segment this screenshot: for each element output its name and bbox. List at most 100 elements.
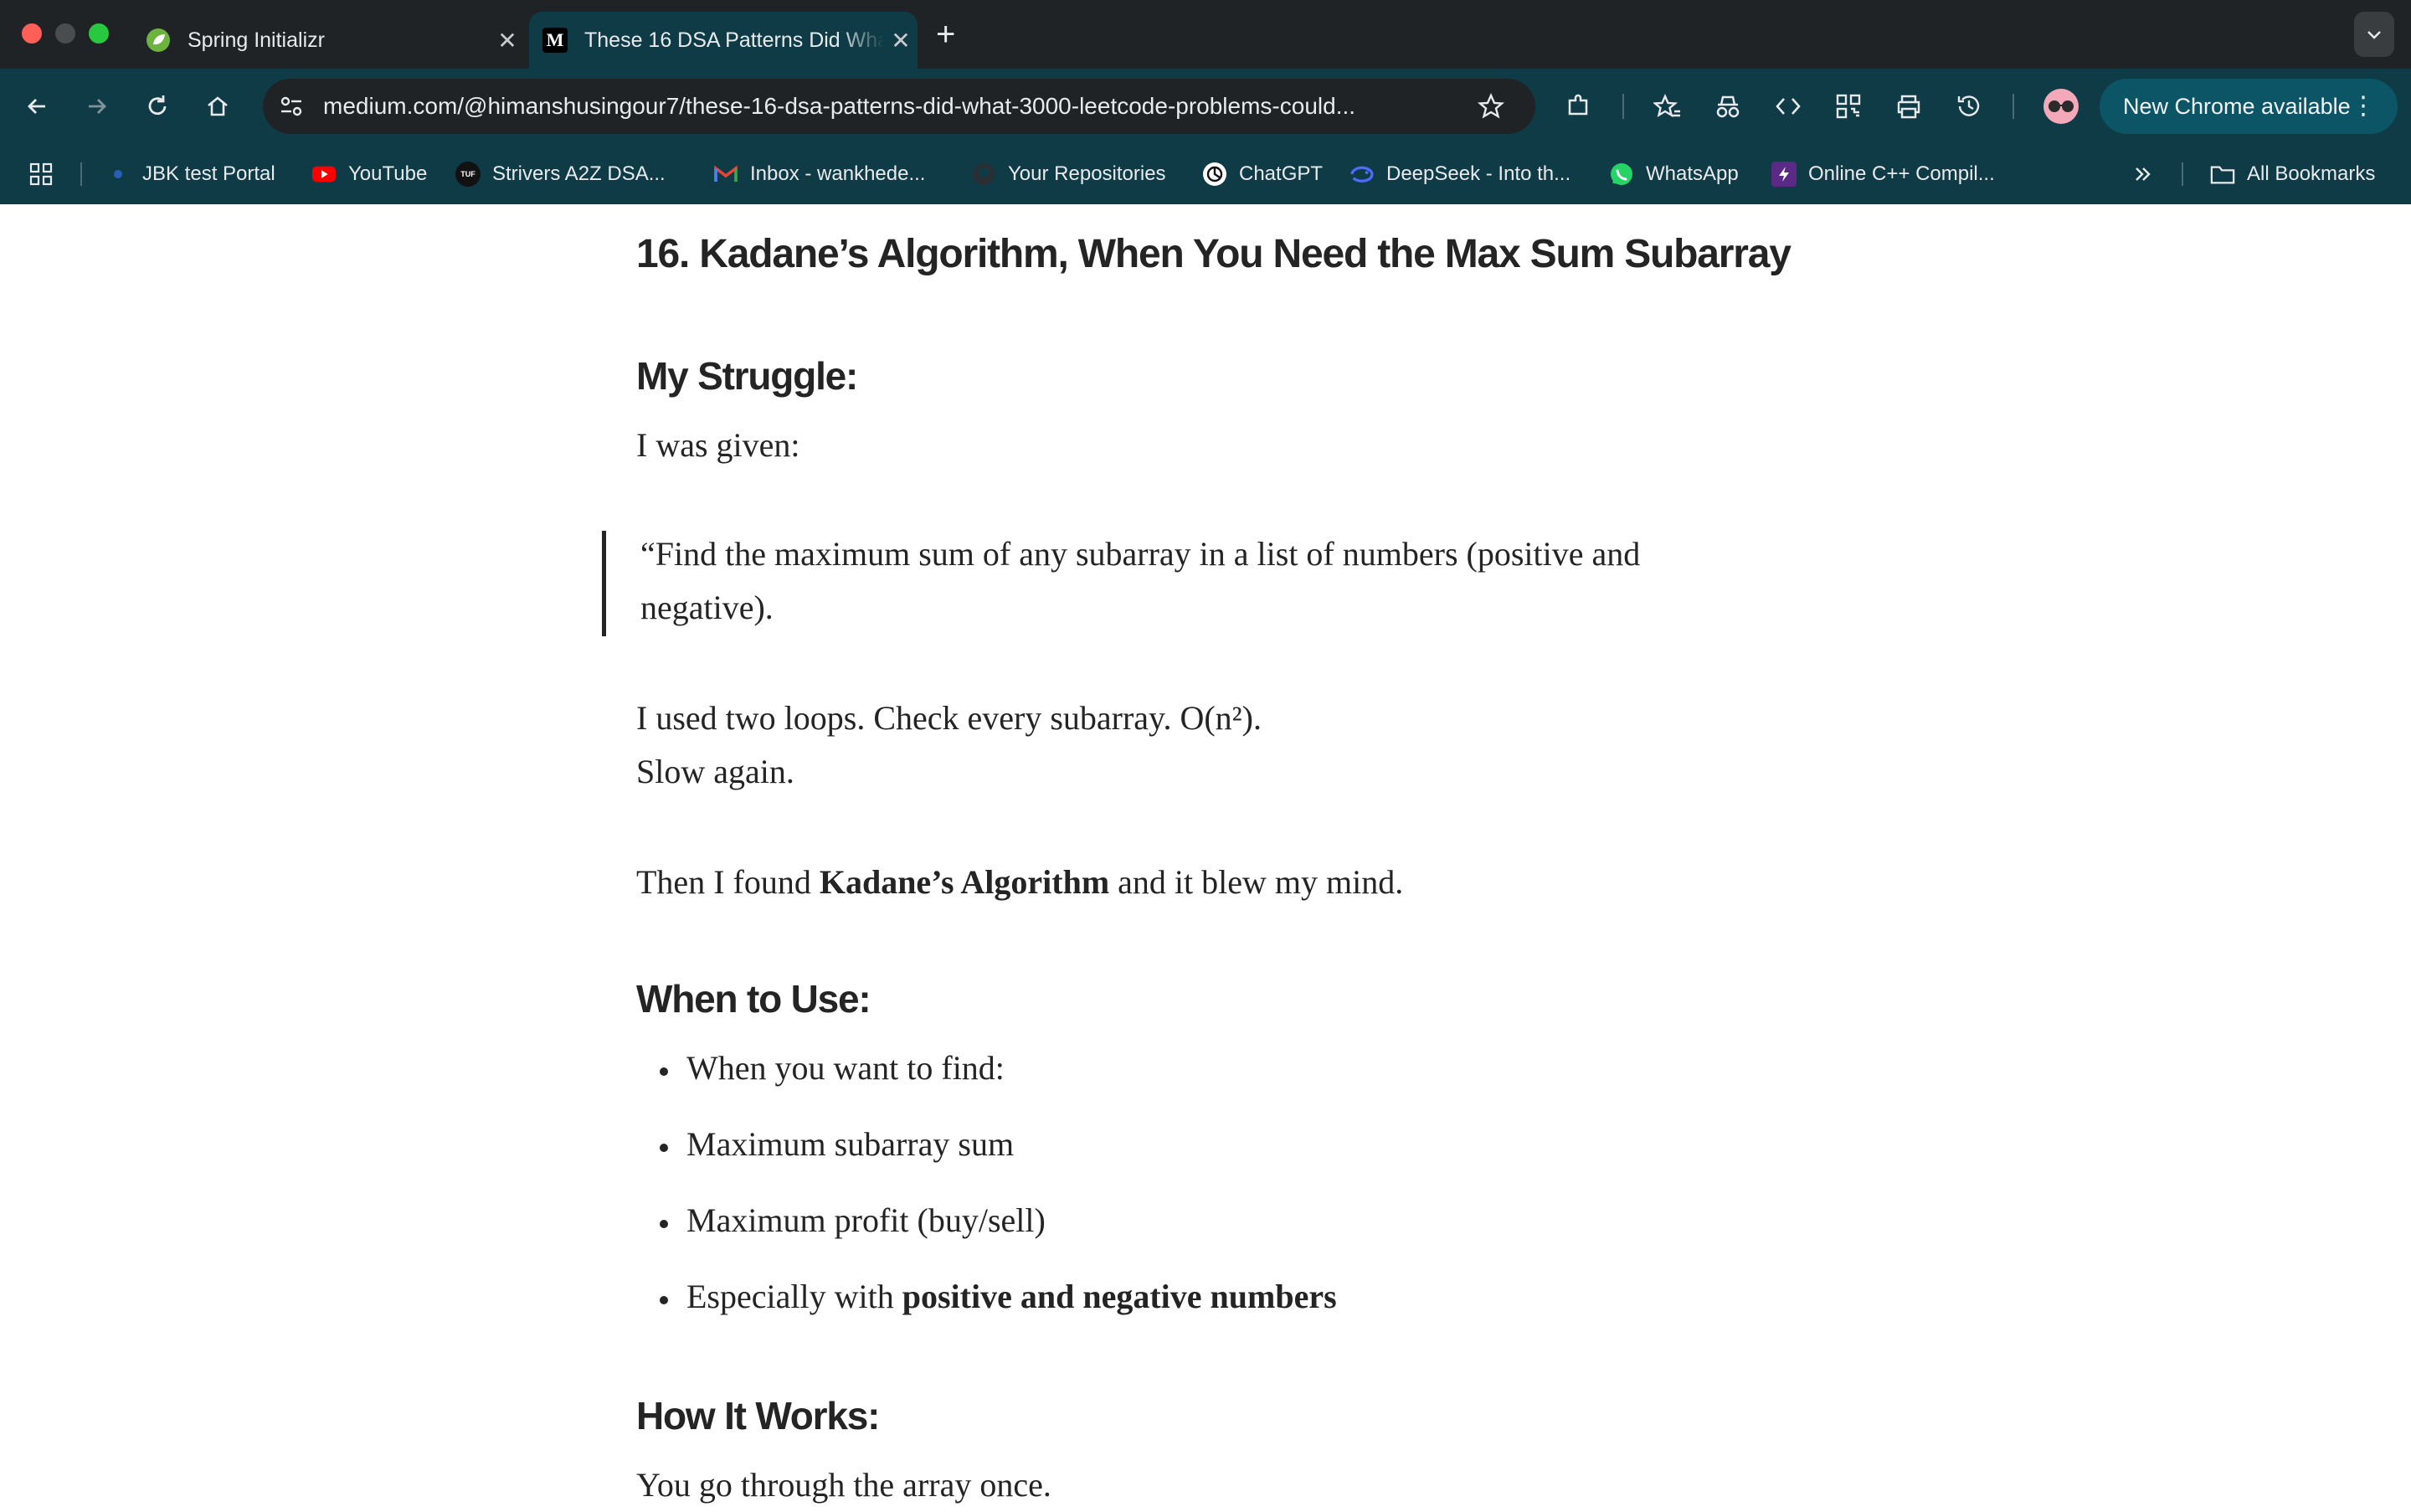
bookmark-label: ChatGPT (1239, 162, 1324, 185)
subheading-how: How It Works: (636, 1394, 880, 1437)
paragraph-how: You go through the array once. (636, 1466, 1051, 1504)
bookmark-chatgpt[interactable]: ChatGPT (1202, 144, 1323, 204)
text-span: Then I found (636, 863, 820, 901)
extensions-button[interactable] (1562, 90, 1596, 123)
bookmark-jbk[interactable]: JBK test Portal (105, 144, 275, 204)
compiler-icon (1771, 162, 1797, 187)
jbk-icon (105, 162, 131, 187)
all-bookmarks-label: All Bookmarks (2247, 162, 2376, 185)
whatsapp-icon (1609, 162, 1634, 187)
medium-icon: M (542, 28, 568, 53)
print-button[interactable] (1892, 90, 1925, 123)
incognito-button[interactable] (1711, 90, 1745, 123)
home-icon (208, 96, 228, 116)
qr-code-button[interactable] (1832, 90, 1865, 123)
update-chrome-button[interactable]: New Chrome available ⋮ (2100, 79, 2398, 134)
section-heading: 16. Kadane’s Algorithm, When You Need th… (636, 232, 1792, 276)
minimize-window-button[interactable] (55, 23, 75, 44)
address-bar[interactable]: medium.com/@himanshusingour7/these-16-ds… (263, 79, 1535, 134)
more-menu-icon: ⋮ (2351, 92, 2376, 120)
blockquote-line: negative). (640, 589, 774, 626)
bookmark-gmail[interactable]: Inbox - wankhede... (713, 144, 925, 204)
blockquote-bar (602, 531, 606, 636)
bookmark-label: JBK test Portal (142, 162, 275, 185)
chevron-down-icon (2367, 31, 2381, 39)
bookmark-whatsapp[interactable]: WhatsApp (1609, 144, 1739, 204)
close-icon[interactable]: ✕ (491, 27, 524, 54)
subheading-when: When to Use: (636, 977, 871, 1021)
apps-button[interactable] (28, 144, 54, 204)
double-chevron-right-icon (2136, 167, 2151, 181)
arrow-left-icon (28, 99, 45, 114)
star-icon[interactable] (1477, 92, 1505, 125)
list-item: Maximum subarray sum (686, 1125, 1015, 1163)
home-button[interactable] (201, 90, 234, 123)
text-span: and it blew my mind. (1109, 863, 1404, 901)
list-item: Especially with positive and negative nu… (686, 1270, 1337, 1324)
site-settings-icon[interactable] (278, 93, 305, 124)
list-item: Maximum profit (buy/sell) (686, 1201, 1046, 1239)
history-icon (1957, 95, 1980, 116)
bookmark-github[interactable]: Your Repositories (971, 144, 1166, 204)
update-label: New Chrome available (2123, 93, 2351, 119)
paragraph-given: I was given: (636, 426, 800, 464)
chatgpt-icon (1202, 162, 1227, 187)
youtube-icon (311, 162, 337, 187)
bookmark-label: WhatsApp (1646, 162, 1739, 185)
reading-list-button[interactable] (1651, 90, 1684, 123)
bullet-dot (660, 1144, 668, 1152)
profile-avatar[interactable] (2043, 89, 2079, 124)
tab-medium-article[interactable]: M These 16 DSA Patterns Did What 3000 Le… (529, 12, 918, 69)
dev-tools-button[interactable] (1771, 90, 1805, 123)
subheading-struggle: My Struggle: (636, 354, 858, 398)
reload-button[interactable] (141, 90, 174, 123)
paragraph-loops: I used two loops. Check every subarray. … (636, 699, 1262, 737)
bookmark-label: Inbox - wankhede... (750, 162, 926, 185)
star-list-icon (1653, 94, 1680, 117)
all-bookmarks-button[interactable]: All Bookmarks (2210, 144, 2375, 204)
back-button[interactable] (20, 90, 54, 123)
tab-search-button[interactable] (2354, 12, 2394, 57)
github-icon (971, 162, 996, 187)
blockquote-line: “Find the maximum sum of any subarray in… (640, 535, 1641, 573)
maximize-window-button[interactable] (89, 23, 109, 44)
bullet-dot (660, 1220, 668, 1228)
printer-icon (1897, 95, 1920, 119)
bookmark-online-compiler[interactable]: Online C++ Compil... (1771, 144, 1995, 204)
history-button[interactable] (1952, 90, 1986, 123)
more-bookmarks-button[interactable] (2131, 144, 2155, 204)
toolbar-divider (2013, 94, 2014, 119)
bookmark-label: Online C++ Compil... (1808, 162, 1995, 185)
tab-title: Spring Initializr (188, 28, 325, 52)
paragraph-slow: Slow again. (636, 753, 794, 790)
reload-icon (148, 95, 167, 116)
tab-title: These 16 DSA Patterns Did What 3000 Leet… (584, 28, 884, 52)
bookmark-strivers[interactable]: TUF Strivers A2Z DSA... (455, 144, 666, 204)
tuf-icon: TUF (455, 162, 481, 187)
arrow-right-icon (89, 99, 106, 114)
new-tab-button[interactable]: + (936, 13, 955, 55)
bookmark-deepseek[interactable]: DeepSeek - Into th... (1349, 144, 1570, 204)
forward-button[interactable] (80, 90, 114, 123)
bookmark-youtube[interactable]: YouTube (311, 144, 427, 204)
qr-code-icon (1836, 94, 1861, 119)
bookmarks-divider (80, 162, 82, 186)
bookmark-label: Your Repositories (1008, 162, 1166, 185)
bookmark-label: Strivers A2Z DSA... (492, 162, 666, 185)
close-window-button[interactable] (22, 23, 42, 44)
bold-text: positive and negative numbers (902, 1278, 1337, 1315)
list-item: When you want to find: (686, 1049, 1005, 1087)
paragraph-kadane: Then I found Kadane’s Algorithm and it b… (636, 856, 1403, 909)
code-icon (1776, 98, 1801, 115)
url-text: medium.com/@himanshusingour7/these-16-ds… (323, 93, 1356, 119)
incognito-icon (1716, 95, 1740, 118)
bookmark-label: YouTube (348, 162, 428, 185)
tab-spring-initializr[interactable]: Spring Initializr ✕ (134, 12, 524, 69)
deepseek-icon (1349, 162, 1375, 187)
tab-strip: Spring Initializr ✕ M These 16 DSA Patte… (0, 0, 2411, 69)
bookmarks-bar: JBK test Portal YouTube TUF Strivers A2Z… (0, 144, 2411, 204)
close-icon[interactable]: ✕ (884, 27, 918, 54)
sunglasses-icon (2049, 100, 2074, 112)
toolbar-divider (1622, 94, 1624, 119)
bold-text: Kadane’s Algorithm (819, 863, 1110, 901)
